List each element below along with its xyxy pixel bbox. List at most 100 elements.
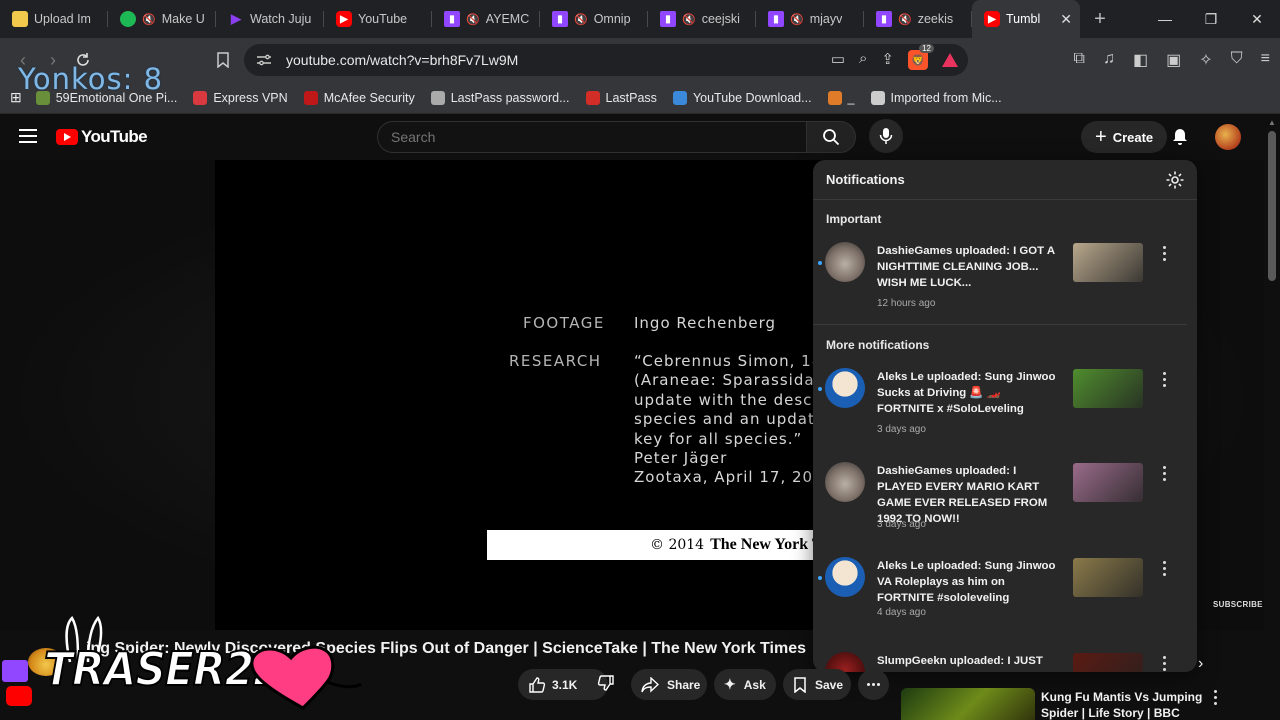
create-button[interactable]: + Create [1081, 121, 1168, 153]
minimize-button[interactable]: — [1142, 0, 1188, 38]
cast-icon[interactable]: ▭ [831, 50, 845, 70]
youtube-header: YouTube + Create [0, 115, 1264, 160]
tab-4[interactable]: ▮ 🔇 AYEMC [432, 0, 540, 38]
bookmark-favicon-icon [430, 90, 445, 105]
close-tab-icon[interactable]: ✕ [1060, 11, 1072, 28]
notification-menu-button[interactable] [1159, 372, 1169, 387]
scroll-up-arrow-icon[interactable]: ▲ [1268, 118, 1276, 127]
muted-speaker-icon[interactable]: 🔇 [574, 13, 588, 26]
tab-0[interactable]: Upload Im [0, 0, 108, 38]
share-page-icon[interactable]: ⇪ [881, 50, 894, 70]
muted-speaker-icon[interactable]: 🔇 [898, 13, 912, 26]
bookmark-page-button[interactable] [208, 45, 238, 75]
guide-menu-icon[interactable] [19, 129, 37, 143]
tab-5[interactable]: ▮ 🔇 Omnip [540, 0, 648, 38]
menu-icon[interactable]: ≡ [1261, 50, 1270, 70]
notifications-button[interactable] [1170, 127, 1190, 152]
chevron-right-icon[interactable]: › [1198, 655, 1203, 673]
twitch-icon: ▮ [444, 11, 460, 27]
muted-speaker-icon[interactable]: 🔇 [682, 13, 696, 26]
notification-text: DashieGames uploaded: I PLAYED EVERY MAR… [877, 465, 1048, 525]
close-window-button[interactable]: ✕ [1234, 0, 1280, 38]
sparkle-icon: ✦ [724, 676, 736, 692]
notification-menu-button[interactable] [1159, 561, 1169, 576]
brave-shields-icon[interactable]: 🦁 12 [908, 44, 934, 70]
notification-item[interactable]: Aleks Le uploaded: Sung Jinwoo Sucks at … [813, 368, 1197, 458]
save-bookmark-icon [794, 676, 806, 693]
bookmark-item[interactable]: YouTube Download... [672, 90, 812, 105]
restore-button[interactable]: ❐ [1188, 0, 1234, 38]
search-button[interactable] [806, 121, 856, 153]
site-info-icon[interactable] [256, 53, 272, 67]
bookmark-label: LastPass password... [450, 90, 570, 105]
tab-6[interactable]: ▮ 🔇 ceejski [648, 0, 756, 38]
page-scrollbar[interactable] [1264, 115, 1280, 720]
bookmark-item[interactable]: McAfee Security [303, 90, 415, 105]
related-video-title[interactable]: Kung Fu Mantis Vs Jumping Spider | Life … [1041, 689, 1211, 720]
credit-label-research: RESEARCH [509, 352, 602, 370]
tab-1[interactable]: 🔇 Make U [108, 0, 216, 38]
zoom-icon[interactable]: ⌕ [859, 50, 867, 70]
bookmark-item[interactable]: LastPass [585, 90, 657, 105]
tab-8[interactable]: ▮ 🔇 zeekis [864, 0, 972, 38]
media-icon[interactable]: ♫ [1103, 50, 1115, 70]
notification-menu-button[interactable] [1159, 466, 1169, 481]
bookmark-icon [217, 52, 229, 68]
account-avatar[interactable] [1215, 124, 1241, 150]
leo-ai-icon[interactable]: ✧ [1199, 50, 1212, 70]
share-button[interactable]: Share [631, 669, 707, 700]
youtube-icon: ▶ [984, 11, 1000, 27]
bookmark-item[interactable]: Express VPN [193, 90, 288, 105]
like-button[interactable]: 3.1K [528, 676, 577, 694]
bookmark-label: McAfee Security [323, 90, 415, 105]
tab-label: Watch Juju [250, 12, 312, 26]
bookmark-item[interactable]: _ [827, 90, 855, 105]
scrollbar-thumb[interactable] [1268, 131, 1276, 281]
url-text[interactable]: youtube.com/watch?v=brh8Fv7Lw9M [286, 52, 518, 68]
notification-item[interactable]: DashieGames uploaded: I GOT A NIGHTTIME … [813, 242, 1197, 332]
bookmark-list: 59Emotional One Pi... Express VPN McAfee S… [35, 90, 1018, 105]
dislike-button[interactable] [597, 674, 615, 695]
muted-speaker-icon[interactable]: 🔇 [142, 13, 156, 26]
related-video-menu-button[interactable] [1214, 690, 1217, 705]
bookmark-item[interactable]: Imported from Mic... [870, 90, 1002, 105]
subscribe-watermark[interactable]: SUBSCRIBE [1213, 600, 1263, 609]
tab-7[interactable]: ▮ 🔇 mjayv [756, 0, 864, 38]
notification-settings-button[interactable] [1165, 170, 1185, 195]
notification-item[interactable]: Aleks Le uploaded: Sung Jinwoo VA Rolepl… [813, 557, 1197, 647]
notifications-header: Notifications [813, 160, 1197, 200]
tab-2[interactable]: ▶ Watch Juju [216, 0, 324, 38]
muted-speaker-icon[interactable]: 🔇 [466, 13, 480, 26]
more-actions-button[interactable] [858, 669, 889, 700]
search-input[interactable] [391, 129, 806, 145]
voice-search-button[interactable] [869, 119, 903, 153]
brave-rewards-icon[interactable] [942, 53, 958, 67]
upload-icon [12, 11, 28, 27]
notification-item[interactable]: DashieGames uploaded: I PLAYED EVERY MAR… [813, 462, 1197, 552]
muted-speaker-icon[interactable]: 🔇 [790, 13, 804, 26]
address-bar[interactable]: youtube.com/watch?v=brh8Fv7Lw9M ▭ ⌕ ⇪ 🦁 1… [244, 44, 968, 76]
search-box[interactable] [377, 121, 807, 153]
notification-menu-button[interactable] [1159, 246, 1169, 261]
notification-thumbnail [1073, 558, 1143, 597]
section-title-more: More notifications [826, 338, 930, 352]
bookmark-label: _ [847, 90, 855, 105]
tab-3[interactable]: ▶ YouTube [324, 0, 432, 38]
wallet-icon[interactable]: ▣ [1166, 50, 1181, 70]
save-button[interactable]: Save [783, 669, 851, 700]
vpn-icon[interactable]: ⛉ [1231, 50, 1243, 70]
reader-mode-icon[interactable]: ⧉ [1074, 50, 1085, 70]
video-player[interactable]: FOOTAGE Ingo Rechenberg RESEARCH “Cebren… [215, 160, 835, 630]
new-tab-button[interactable]: + [1080, 8, 1120, 31]
tab-9[interactable]: ▶ Tumbl ✕ [972, 0, 1080, 38]
related-video-thumbnail[interactable] [901, 688, 1035, 720]
notification-menu-button[interactable] [1159, 656, 1169, 671]
bookmark-item[interactable]: LastPass password... [430, 90, 570, 105]
twitch-icon: ▮ [876, 11, 892, 27]
sidebar-icon[interactable]: ◧ [1133, 50, 1148, 70]
ask-button[interactable]: ✦ Ask [714, 669, 776, 700]
nyt-wordmark: The New York Ti [710, 536, 827, 553]
share-icon [641, 676, 659, 693]
youtube-logo[interactable]: YouTube [56, 127, 148, 147]
copyright-text: © 2014 [650, 537, 705, 553]
